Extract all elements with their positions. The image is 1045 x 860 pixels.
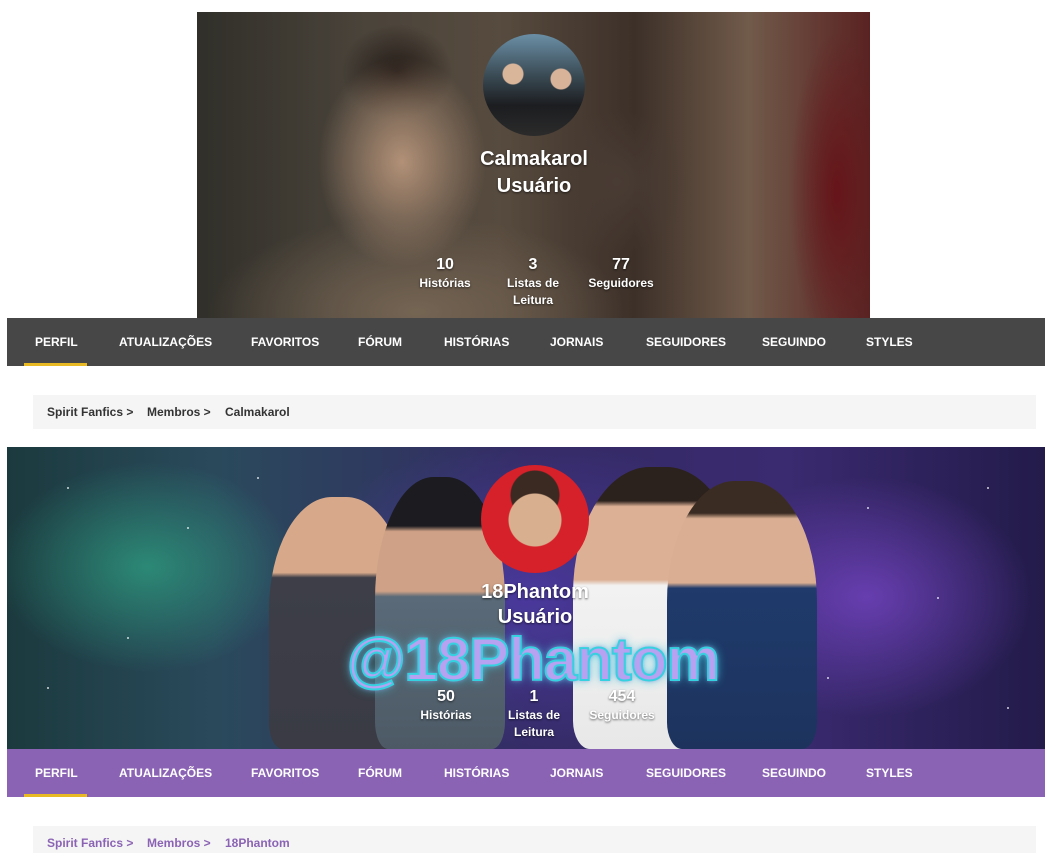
tab-atualizacoes[interactable]: ATUALIZAÇÕES <box>119 318 212 366</box>
tab-seguidores[interactable]: SEGUIDORES <box>646 318 726 366</box>
stat-listas-de-leitura[interactable]: 3 Listas de Leitura <box>493 256 573 309</box>
profile-username[interactable]: Calmakarol <box>434 148 634 171</box>
tab-forum[interactable]: FÓRUM <box>358 749 402 797</box>
profile-username[interactable]: 18Phantom <box>435 581 635 604</box>
breadcrumb-link-membros[interactable]: Membros > <box>147 395 211 429</box>
profile-role: Usuário <box>497 606 573 628</box>
stat-label: Histórias <box>419 276 471 290</box>
breadcrumb-link-membros[interactable]: Membros > <box>147 826 211 860</box>
stat-label: Listas de Leitura <box>506 276 560 307</box>
stat-historias[interactable]: 10 Histórias <box>405 256 485 292</box>
tab-styles[interactable]: STYLES <box>866 749 913 797</box>
tab-favoritos[interactable]: FAVORITOS <box>251 749 319 797</box>
stat-value: 10 <box>436 256 454 273</box>
tab-atualizacoes[interactable]: ATUALIZAÇÕES <box>119 749 212 797</box>
stat-value: 77 <box>612 256 630 273</box>
tab-perfil[interactable]: PERFIL <box>35 749 78 797</box>
stat-label: Histórias <box>420 708 472 722</box>
stat-label: Seguidores <box>588 276 654 290</box>
profile-nav: PERFIL ATUALIZAÇÕES FAVORITOS FÓRUM HIST… <box>7 749 1045 797</box>
stat-historias[interactable]: 50 Histórias <box>406 688 486 724</box>
tab-historias[interactable]: HISTÓRIAS <box>444 749 509 797</box>
banner-watermark-text: @18Phantom <box>346 625 721 694</box>
profile-banner: @18Phantom 18Phantom Usuário 50 História… <box>7 447 1045 749</box>
stat-label: Seguidores <box>589 708 655 722</box>
stat-label: Listas de Leitura <box>507 708 561 739</box>
stat-listas-de-leitura[interactable]: 1 Listas de Leitura <box>494 688 574 741</box>
breadcrumb-link-home[interactable]: Spirit Fanfics > <box>47 826 133 860</box>
tab-perfil[interactable]: PERFIL <box>35 318 78 366</box>
profile-banner: Calmakarol Usuário 10 Histórias 3 Listas… <box>197 12 870 318</box>
tab-seguindo[interactable]: SEGUINDO <box>762 749 826 797</box>
profile-nav: PERFIL ATUALIZAÇÕES FAVORITOS FÓRUM HIST… <box>7 318 1045 366</box>
banner-figure <box>667 481 817 749</box>
stat-value: 454 <box>608 688 636 705</box>
stat-value: 3 <box>528 256 538 273</box>
stat-seguidores[interactable]: 77 Seguidores <box>581 256 661 292</box>
tab-jornais[interactable]: JORNAIS <box>550 749 603 797</box>
active-tab-indicator <box>24 794 87 797</box>
profile-avatar[interactable] <box>483 34 585 136</box>
breadcrumb-current: Calmakarol <box>225 405 290 419</box>
breadcrumb-current: 18Phantom <box>225 836 290 850</box>
stat-value: 1 <box>529 688 539 705</box>
tab-favoritos[interactable]: FAVORITOS <box>251 318 319 366</box>
tab-seguindo[interactable]: SEGUINDO <box>762 318 826 366</box>
profile-avatar[interactable] <box>481 465 589 573</box>
active-tab-indicator <box>24 363 87 366</box>
breadcrumb: Spirit Fanfics > Membros > Calmakarol <box>33 395 1036 429</box>
tab-jornais[interactable]: JORNAIS <box>550 318 603 366</box>
tab-seguidores[interactable]: SEGUIDORES <box>646 749 726 797</box>
stat-seguidores[interactable]: 454 Seguidores <box>582 688 662 724</box>
stat-value: 50 <box>437 688 455 705</box>
profile-role: Usuário <box>496 175 572 197</box>
breadcrumb: Spirit Fanfics > Membros > 18Phantom <box>33 826 1036 853</box>
breadcrumb-link-home[interactable]: Spirit Fanfics > <box>47 395 133 429</box>
tab-styles[interactable]: STYLES <box>866 318 913 366</box>
tab-forum[interactable]: FÓRUM <box>358 318 402 366</box>
tab-historias[interactable]: HISTÓRIAS <box>444 318 509 366</box>
